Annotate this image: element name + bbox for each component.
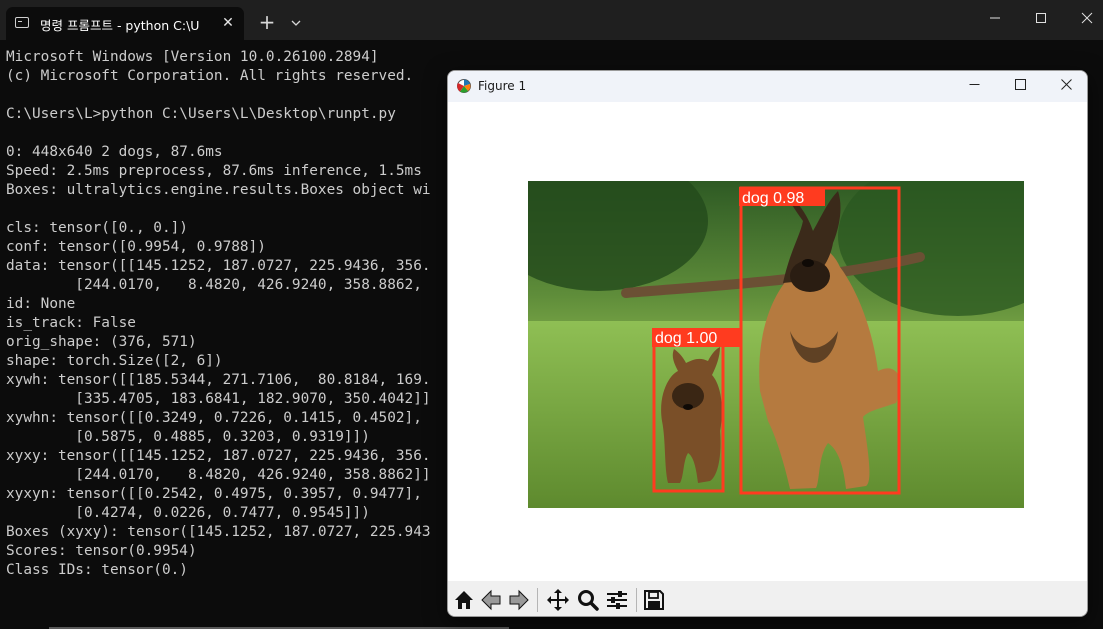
terminal-tab[interactable]: 명령 프롬프트 - python C:\U ✕ [6, 7, 244, 40]
figure-titlebar: Figure 1 [448, 71, 1087, 102]
terminal-line: xywh: tensor([[185.5344, 271.7106, 80.81… [6, 372, 431, 388]
home-icon[interactable] [452, 588, 476, 612]
terminal-line: conf: tensor([0.9954, 0.9788]) [6, 239, 266, 255]
detection-image: dog 0.98 dog 1.00 [528, 181, 1024, 508]
toolbar-separator [537, 588, 538, 612]
label-dog-1.00: dog 1.00 [655, 330, 717, 347]
chevron-down-icon [291, 20, 301, 26]
tab-dropdown-button[interactable] [286, 12, 306, 34]
terminal-close-button[interactable] [1064, 0, 1103, 40]
back-icon[interactable] [480, 588, 504, 612]
terminal-line: Class IDs: tensor(0.) [6, 562, 188, 578]
figure-maximize-button[interactable] [997, 71, 1043, 102]
terminal-line: xyxy: tensor([[145.1252, 187.0727, 225.9… [6, 448, 431, 464]
terminal-line: [244.0170, 8.4820, 426.9240, 358.8862]] [6, 467, 431, 483]
terminal-icon [15, 17, 29, 28]
terminal-line: Scores: tensor(0.9954) [6, 543, 197, 559]
terminal-line: (c) Microsoft Corporation. All rights re… [6, 68, 414, 84]
terminal-line: shape: torch.Size([2, 6]) [6, 353, 223, 369]
terminal-tab-title: 명령 프롬프트 - python C:\U [40, 18, 200, 33]
terminal-line: C:\Users\L>python C:\Users\L\Desktop\run… [6, 106, 396, 122]
close-tab-icon[interactable]: ✕ [218, 13, 238, 33]
terminal-line: Speed: 2.5ms preprocess, 87.6ms inferenc… [6, 163, 422, 179]
figure-minimize-button[interactable] [951, 71, 997, 102]
terminal-line: Microsoft Windows [Version 10.0.26100.28… [6, 49, 379, 65]
matplotlib-icon [457, 79, 471, 93]
terminal-titlebar: 명령 프롬프트 - python C:\U ✕ + [0, 0, 1103, 40]
terminal-line: orig_shape: (376, 571) [6, 334, 197, 350]
terminal-maximize-button[interactable] [1018, 0, 1064, 40]
close-icon [1081, 12, 1093, 24]
terminal-line: [244.0170, 8.4820, 426.9240, 358.8862, [6, 277, 422, 293]
figure-close-button[interactable] [1043, 71, 1087, 102]
minimize-icon [969, 84, 979, 85]
label-dog-0.98: dog 0.98 [742, 190, 804, 207]
pan-icon[interactable] [546, 588, 570, 612]
new-tab-button[interactable]: + [256, 12, 278, 34]
terminal-line: is_track: False [6, 315, 136, 331]
close-icon [1060, 79, 1072, 90]
figure-canvas[interactable]: dog 0.98 dog 1.00 [448, 102, 1087, 580]
figure-toolbar [448, 581, 1087, 616]
terminal-line: 0: 448x640 2 dogs, 87.6ms [6, 144, 223, 160]
terminal-line: id: None [6, 296, 76, 312]
terminal-line: xywhn: tensor([[0.3249, 0.7226, 0.1415, … [6, 410, 422, 426]
terminal-minimize-button[interactable] [972, 0, 1018, 40]
figure-window: Figure 1 dog 0.98 dog 1.00 [447, 70, 1088, 617]
maximize-icon [1014, 79, 1026, 90]
terminal-line: [335.4705, 183.6841, 182.9070, 350.4042]… [6, 391, 431, 407]
minimize-icon [990, 17, 1000, 19]
terminal-line: [0.4274, 0.0226, 0.7477, 0.9545]]) [6, 505, 370, 521]
terminal-line: data: tensor([[145.1252, 187.0727, 225.9… [6, 258, 431, 274]
forward-icon[interactable] [506, 588, 530, 612]
terminal-line: [0.5875, 0.4885, 0.3203, 0.9319]]) [6, 429, 370, 445]
terminal-line: Boxes (xyxy): tensor([145.1252, 187.0727… [6, 524, 431, 540]
toolbar-separator [636, 588, 637, 612]
save-icon[interactable] [642, 588, 666, 612]
terminal-line: Boxes: ultralytics.engine.results.Boxes … [6, 182, 431, 198]
terminal-line: cls: tensor([0., 0.]) [6, 220, 188, 236]
figure-title: Figure 1 [478, 79, 527, 93]
zoom-icon[interactable] [576, 588, 600, 612]
maximize-icon [1036, 13, 1046, 23]
terminal-line: xyxyn: tensor([[0.2542, 0.4975, 0.3957, … [6, 486, 422, 502]
configure-subplots-icon[interactable] [605, 588, 629, 612]
terminal-lines: Microsoft Windows [Version 10.0.26100.28… [6, 48, 431, 580]
